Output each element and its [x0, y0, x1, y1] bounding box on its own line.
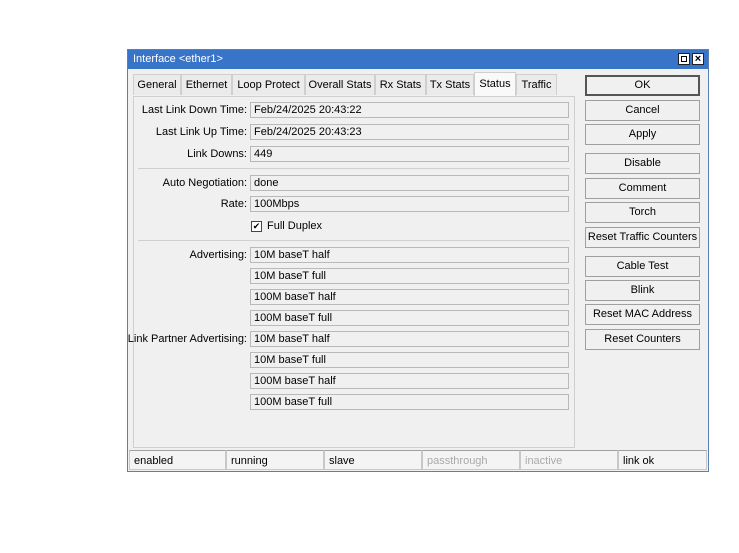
- last-link-up-field[interactable]: Feb/24/2025 20:43:23: [250, 124, 569, 140]
- divider: [138, 168, 570, 169]
- full-duplex-checkbox[interactable]: ✔: [251, 221, 262, 232]
- apply-button[interactable]: Apply: [585, 124, 700, 145]
- advertising-field[interactable]: 10M baseT full: [250, 268, 569, 284]
- ok-button[interactable]: OK: [585, 75, 700, 96]
- link-downs-label: Link Downs:: [187, 148, 247, 160]
- advertising-field[interactable]: 100M baseT full: [250, 310, 569, 326]
- status-panel: Last Link Down Time: Feb/24/2025 20:43:2…: [128, 96, 575, 448]
- advertising-field[interactable]: 100M baseT half: [250, 289, 569, 305]
- blink-button[interactable]: Blink: [585, 280, 700, 301]
- partner-advertising-field[interactable]: 10M baseT half: [250, 331, 569, 347]
- status-bar: enabled running slave passthrough inacti…: [128, 449, 708, 471]
- partner-advertising-field[interactable]: 100M baseT full: [250, 394, 569, 410]
- link-partner-advertising-label: Link Partner Advertising:: [127, 333, 247, 345]
- link-downs-field[interactable]: 449: [250, 146, 569, 162]
- disable-button[interactable]: Disable: [585, 153, 700, 174]
- interface-window: Interface <ether1> × General Ethernet Lo…: [127, 49, 709, 472]
- auto-negotiation-field[interactable]: done: [250, 175, 569, 191]
- reset-mac-address-button[interactable]: Reset MAC Address: [585, 304, 700, 325]
- reset-traffic-counters-button[interactable]: Reset Traffic Counters: [585, 227, 700, 248]
- tab-rx-stats[interactable]: Rx Stats: [375, 74, 426, 95]
- status-link-ok: link ok: [618, 450, 707, 470]
- full-duplex-label: Full Duplex: [267, 220, 323, 232]
- torch-button[interactable]: Torch: [585, 202, 700, 223]
- last-link-down-label: Last Link Down Time:: [141, 104, 247, 116]
- window-title: Interface <ether1>: [133, 53, 223, 65]
- last-link-up-label: Last Link Up Time:: [155, 126, 247, 138]
- tab-loop-protect[interactable]: Loop Protect: [232, 74, 305, 95]
- status-inactive: inactive: [520, 450, 618, 470]
- rate-field[interactable]: 100Mbps: [250, 196, 569, 212]
- advertising-label: Advertising:: [189, 249, 247, 261]
- auto-negotiation-label: Auto Negotiation:: [162, 177, 247, 189]
- tab-general[interactable]: General: [133, 74, 181, 95]
- tab-traffic[interactable]: Traffic: [516, 74, 557, 95]
- partner-advertising-field[interactable]: 100M baseT half: [250, 373, 569, 389]
- advertising-field[interactable]: 10M baseT half: [250, 247, 569, 263]
- partner-advertising-field[interactable]: 10M baseT full: [250, 352, 569, 368]
- tab-tx-stats[interactable]: Tx Stats: [426, 74, 474, 95]
- divider: [138, 240, 570, 241]
- tab-ethernet[interactable]: Ethernet: [181, 74, 232, 95]
- tab-status[interactable]: Status: [474, 72, 516, 96]
- status-enabled: enabled: [129, 450, 226, 470]
- status-running: running: [226, 450, 324, 470]
- maximize-icon[interactable]: [678, 53, 690, 65]
- rate-label: Rate:: [220, 198, 247, 210]
- status-slave: slave: [324, 450, 422, 470]
- cable-test-button[interactable]: Cable Test: [585, 256, 700, 277]
- reset-counters-button[interactable]: Reset Counters: [585, 329, 700, 350]
- comment-button[interactable]: Comment: [585, 178, 700, 199]
- status-passthrough: passthrough: [422, 450, 520, 470]
- tab-overall-stats[interactable]: Overall Stats: [305, 74, 375, 95]
- cancel-button[interactable]: Cancel: [585, 100, 700, 121]
- title-bar[interactable]: Interface <ether1> ×: [128, 50, 708, 69]
- last-link-down-field[interactable]: Feb/24/2025 20:43:22: [250, 102, 569, 118]
- close-icon[interactable]: ×: [692, 53, 704, 65]
